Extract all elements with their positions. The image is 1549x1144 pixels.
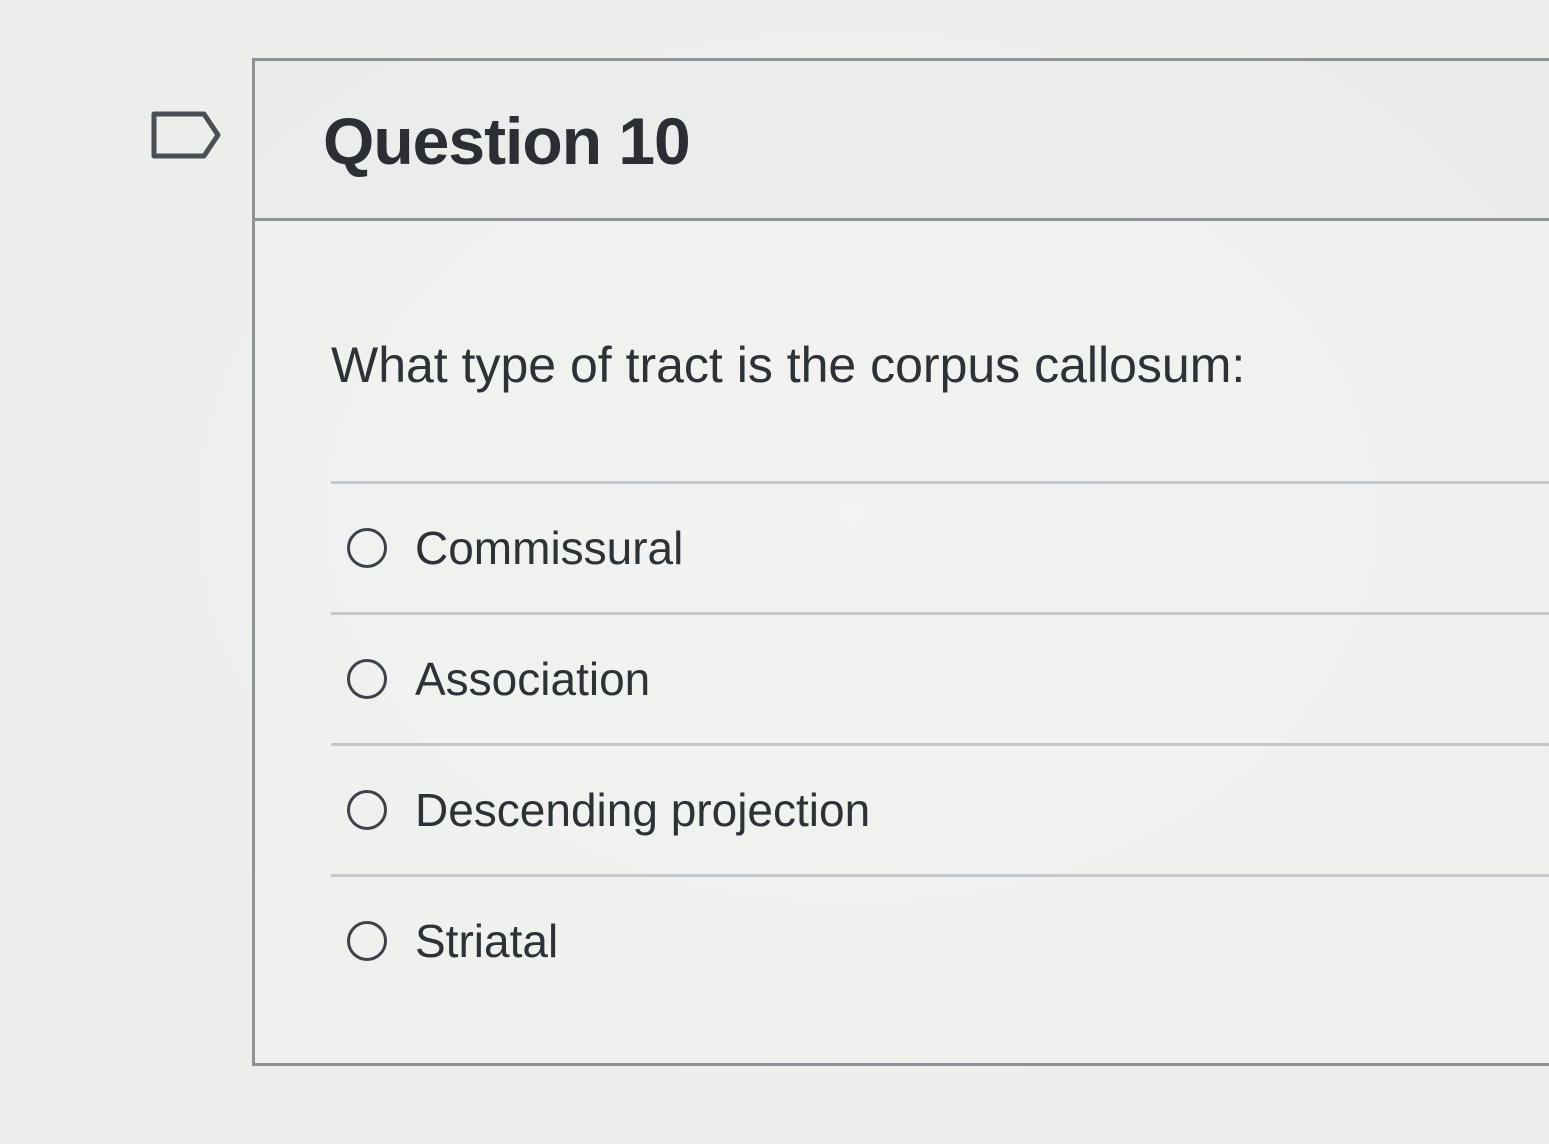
answer-label[interactable]: Commissural <box>415 521 683 575</box>
answer-list: Commissural Association Descending proje… <box>331 481 1549 1005</box>
answer-option-striatal[interactable]: Striatal <box>331 877 1549 1005</box>
question-header: Question 10 <box>255 61 1549 221</box>
question-card: Question 10 What type of tract is the co… <box>252 58 1549 1066</box>
question-title: Question 10 <box>323 104 691 178</box>
question-prompt: What type of tract is the corpus callosu… <box>331 337 1246 393</box>
answer-option-association[interactable]: Association <box>331 615 1549 743</box>
answer-option-commissural[interactable]: Commissural <box>331 484 1549 612</box>
radio-button[interactable] <box>347 659 387 699</box>
answer-option-descending-projection[interactable]: Descending projection <box>331 746 1549 874</box>
radio-button[interactable] <box>347 528 387 568</box>
flag-question-icon[interactable] <box>150 110 222 160</box>
radio-button[interactable] <box>347 790 387 830</box>
answer-label[interactable]: Striatal <box>415 914 558 968</box>
radio-button[interactable] <box>347 921 387 961</box>
answer-label[interactable]: Association <box>415 652 650 706</box>
answer-label[interactable]: Descending projection <box>415 783 870 837</box>
